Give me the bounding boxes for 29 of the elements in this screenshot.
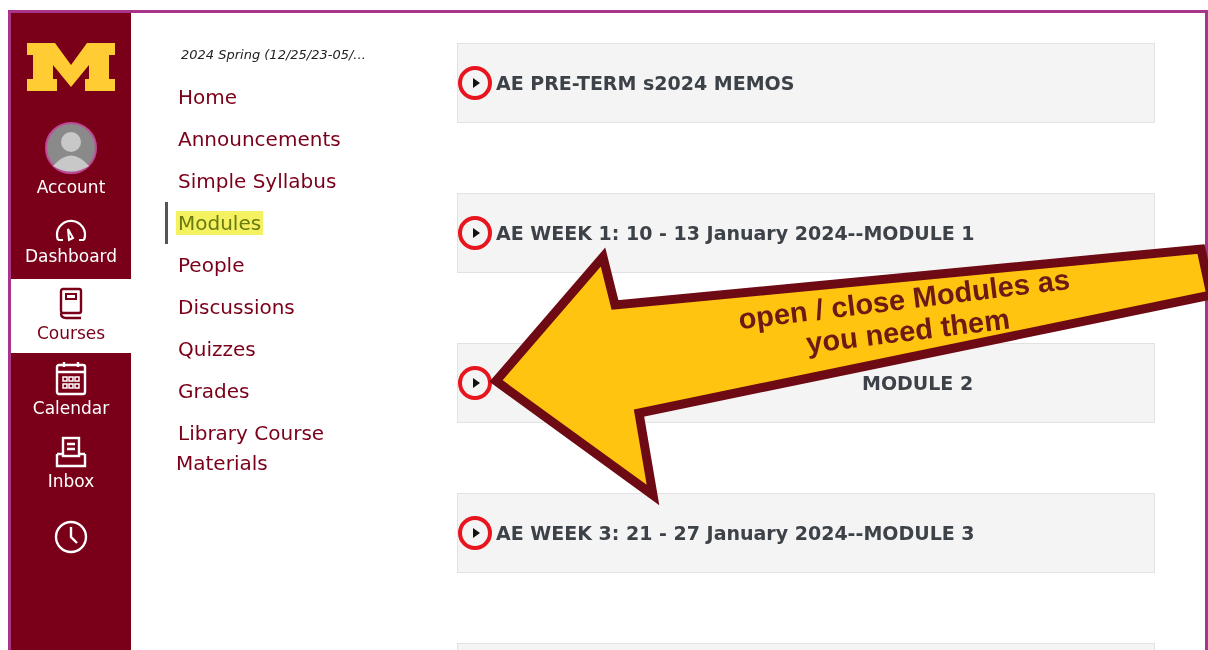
course-nav-link[interactable]: Discussions bbox=[165, 286, 384, 328]
clock-icon bbox=[53, 519, 89, 555]
callout-text: open / close Modules as you need them bbox=[735, 261, 1073, 362]
expand-toggle-icon[interactable] bbox=[472, 378, 480, 388]
course-nav-link[interactable]: Modules bbox=[165, 202, 384, 244]
nav-item[interactable]: Calendar bbox=[11, 353, 131, 427]
calendar-icon bbox=[54, 360, 88, 396]
expand-toggle-icon[interactable] bbox=[472, 228, 480, 238]
course-nav-link[interactable]: Home bbox=[165, 76, 384, 118]
nav-item[interactable]: Dashboard bbox=[11, 205, 131, 279]
nav-item[interactable]: Account bbox=[11, 115, 131, 205]
module-title[interactable]: AE WEEK 1: 10 - 13 January 2024--MODULE 1 bbox=[496, 222, 975, 244]
nav-item[interactable]: Courses bbox=[11, 279, 131, 353]
module-title[interactable]: AE WEEK 3: 21 - 27 January 2024--MODULE 3 bbox=[496, 522, 975, 544]
course-nav-link[interactable]: Grades bbox=[165, 370, 384, 412]
course-nav-link[interactable]: Quizzes bbox=[165, 328, 384, 370]
course-nav-link[interactable]: People bbox=[165, 244, 384, 286]
book-icon bbox=[58, 287, 84, 321]
nav-item[interactable]: Inbox bbox=[11, 427, 131, 501]
course-nav-link[interactable]: Announcements bbox=[165, 118, 384, 160]
avatar-icon bbox=[44, 121, 98, 175]
course-nav-link[interactable]: Simple Syllabus bbox=[165, 160, 384, 202]
inbox-icon bbox=[54, 435, 88, 469]
module-title[interactable]: MODULE 2 bbox=[862, 372, 974, 394]
module-title[interactable]: AE PRE-TERM s2024 MEMOS bbox=[496, 72, 795, 94]
expand-toggle-icon[interactable] bbox=[472, 528, 480, 538]
term-label: 2024 Spring (12/25/23-05/... bbox=[181, 47, 367, 62]
expand-toggle-icon[interactable] bbox=[472, 78, 480, 88]
course-nav-link[interactable]: Library Course Materials bbox=[165, 412, 384, 484]
